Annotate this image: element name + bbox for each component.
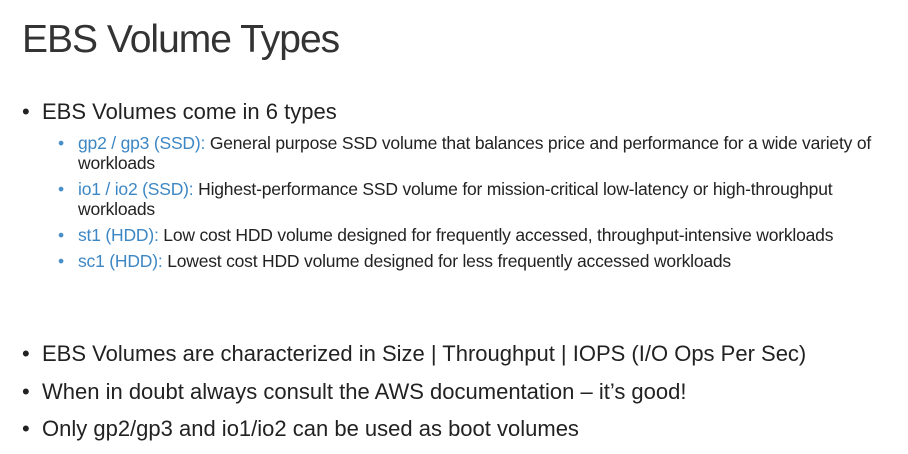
bullet-text: EBS Volumes are characterized in Size | … — [42, 341, 807, 366]
bullet-dot-icon: • — [58, 251, 64, 271]
bullet-boot-volumes: • Only gp2/gp3 and io1/io2 can be used as… — [22, 416, 579, 442]
volume-type-name: io1 / io2 (SSD): — [78, 179, 194, 199]
volume-type-name: st1 (HDD): — [78, 225, 159, 245]
bullet-text: Only gp2/gp3 and io1/io2 can be used as … — [42, 416, 579, 441]
list-item-io1-io2: • io1 / io2 (SSD): Highest-performance S… — [58, 179, 890, 219]
bullet-text: When in doubt always consult the AWS doc… — [42, 379, 687, 404]
list-item-sc1: • sc1 (HDD): Lowest cost HDD volume desi… — [58, 251, 890, 271]
bullet-characterized: • EBS Volumes are characterized in Size |… — [22, 341, 806, 367]
bullet-documentation: • When in doubt always consult the AWS do… — [22, 379, 687, 405]
bullet-dot-icon: • — [22, 99, 30, 124]
bullet-dot-icon: • — [22, 416, 30, 441]
bullet-dot-icon: • — [22, 341, 30, 366]
bullet-dot-icon: • — [58, 225, 64, 245]
list-item-gp2-gp3: • gp2 / gp3 (SSD): General purpose SSD v… — [58, 133, 890, 173]
slide-title: EBS Volume Types — [22, 18, 340, 61]
volume-type-name: gp2 / gp3 (SSD): — [78, 133, 206, 153]
bullet-dot-icon: • — [58, 133, 64, 153]
bullet-volume-count: • EBS Volumes come in 6 types — [22, 99, 337, 125]
bullet-text: EBS Volumes come in 6 types — [42, 99, 337, 124]
volume-type-list: • gp2 / gp3 (SSD): General purpose SSD v… — [58, 133, 890, 277]
list-item-st1: • st1 (HDD): Low cost HDD volume designe… — [58, 225, 890, 245]
bullet-dot-icon: • — [58, 179, 64, 199]
volume-type-description: Low cost HDD volume designed for frequen… — [158, 225, 834, 245]
volume-type-description: Lowest cost HDD volume designed for less… — [162, 251, 731, 271]
volume-type-name: sc1 (HDD): — [78, 251, 163, 271]
bullet-dot-icon: • — [22, 379, 30, 404]
